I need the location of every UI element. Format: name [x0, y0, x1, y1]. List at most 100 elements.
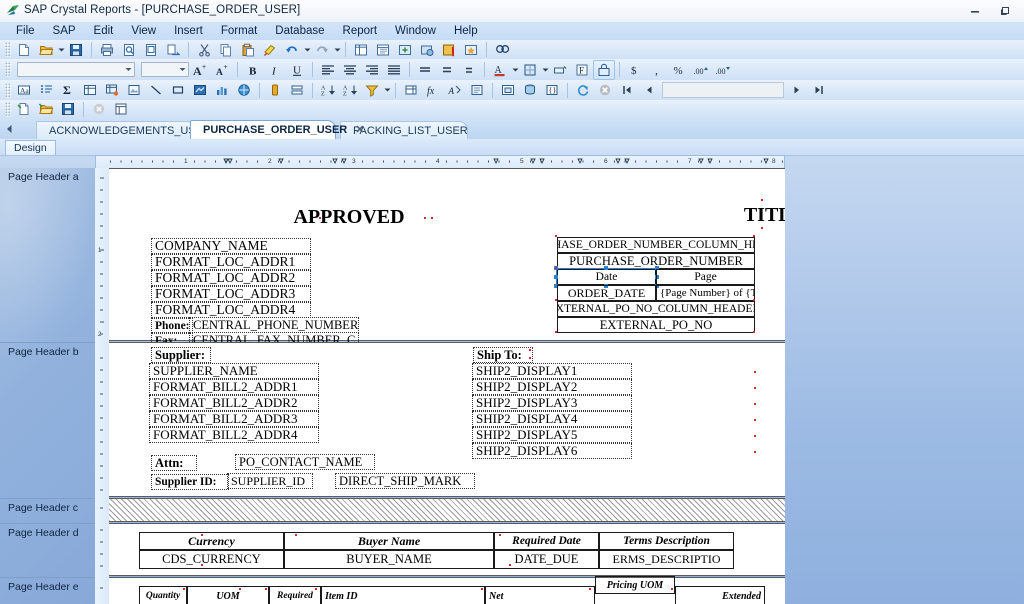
minimize-button[interactable]	[960, 1, 990, 21]
toolbar-grip[interactable]	[5, 42, 11, 57]
align-left-icon[interactable]	[317, 60, 339, 80]
paste-icon[interactable]	[237, 40, 259, 60]
open-dropdown-arrow[interactable]	[57, 41, 65, 59]
repository-explorer-icon[interactable]	[394, 40, 416, 60]
borders-icon[interactable]	[519, 60, 541, 80]
save-document-icon[interactable]	[57, 99, 79, 119]
section-label-page-header-a[interactable]: Page Header a	[0, 168, 95, 342]
workbench-icon[interactable]	[416, 40, 438, 60]
approved-stamp[interactable]: APPROVED	[249, 203, 449, 231]
field-date-due[interactable]: DATE_DUE	[494, 550, 599, 569]
format-painter-icon[interactable]	[259, 40, 281, 60]
column-header-required-date[interactable]: Required Date	[494, 532, 599, 550]
label-ship-to[interactable]: Ship To:	[473, 347, 533, 363]
redo-dropdown-arrow[interactable]	[333, 41, 341, 59]
open-document-icon[interactable]	[35, 99, 57, 119]
field-bill2-addr3[interactable]: FORMAT_BILL2_ADDR3	[149, 411, 319, 427]
underline-icon[interactable]: U	[286, 60, 308, 80]
cell-page-header[interactable]: Page	[656, 269, 755, 285]
report-tab-purchase-order-user[interactable]: PURCHASE_ORDER_USER ✕	[190, 120, 364, 139]
thousands-separator-icon[interactable]: ,	[646, 60, 668, 80]
menu-view[interactable]: View	[122, 24, 165, 38]
undo-icon[interactable]	[281, 40, 303, 60]
report-design-icon[interactable]	[110, 99, 132, 119]
group-expert-icon[interactable]	[286, 80, 308, 100]
close-icon[interactable]: ✕	[355, 124, 364, 136]
field-ship2-display1[interactable]: SHIP2_DISPLAY1	[472, 363, 632, 379]
column-header-pricing-uom[interactable]: Pricing UOM	[595, 576, 675, 594]
database-expert-icon[interactable]	[519, 80, 541, 100]
field-direct-ship-mark[interactable]: DIRECT_SHIP_MARK	[335, 473, 475, 489]
field-central-phone-number[interactable]: CENTRAL_PHONE_NUMBER_C	[189, 317, 359, 333]
field-buyer-name[interactable]: BUYER_NAME	[284, 550, 494, 569]
field-supplier-name[interactable]: SUPPLIER_NAME	[149, 363, 319, 379]
open-folder-icon[interactable]	[35, 40, 57, 60]
line-spacing-1-icon[interactable]	[414, 60, 436, 80]
tab-scroll-left-icon[interactable]	[3, 122, 15, 135]
highlighting-expert-icon[interactable]	[264, 80, 286, 100]
previous-page-icon[interactable]	[638, 80, 660, 100]
save-icon[interactable]	[65, 40, 87, 60]
field-company-name[interactable]: COMPANY_NAME	[151, 238, 311, 254]
report-alerts-icon[interactable]	[466, 80, 488, 100]
record-sort-expert-icon[interactable]: AZ	[339, 80, 361, 100]
section-page-header-c-suppressed[interactable]	[109, 498, 785, 522]
formula-workshop-icon[interactable]: fx	[422, 80, 444, 100]
field-supplier-id[interactable]: SUPPLIER_ID	[227, 473, 313, 489]
first-page-icon[interactable]	[616, 80, 638, 100]
field-bill2-addr4[interactable]: FORMAT_BILL2_ADDR4	[149, 427, 319, 443]
menu-database[interactable]: Database	[266, 24, 333, 38]
lock-size-position-icon[interactable]	[593, 59, 615, 80]
cell-page-number-field[interactable]: {Page Number} of {T	[656, 285, 755, 301]
export-icon[interactable]	[162, 40, 184, 60]
increase-decimals-icon[interactable]: .00	[690, 60, 712, 80]
tab-design[interactable]: Design	[5, 140, 56, 155]
cell-order-date-field[interactable]: ORDER_DATE	[557, 285, 656, 301]
column-header-extended[interactable]: Extended	[675, 586, 765, 604]
stop-icon[interactable]	[594, 80, 616, 100]
menu-file[interactable]: File	[7, 24, 44, 38]
find-icon[interactable]	[491, 40, 513, 60]
horizontal-ruler[interactable]: 1 2 3 4 5 6 7 8	[95, 155, 785, 168]
column-header-quantity[interactable]: Quantity	[139, 586, 187, 604]
restore-button[interactable]	[990, 1, 1020, 21]
toolbar-grip[interactable]	[5, 62, 11, 77]
section-label-page-header-e[interactable]: Page Header e	[0, 577, 95, 604]
field-ship2-display5[interactable]: SHIP2_DISPLAY5	[472, 427, 632, 443]
section-page-header-d[interactable]: Currency Buyer Name Required Date Terms …	[109, 523, 785, 576]
refresh-icon[interactable]	[572, 80, 594, 100]
field-po-contact-name[interactable]: PO_CONTACT_NAME	[235, 454, 375, 470]
insert-box-icon[interactable]	[167, 80, 189, 100]
insert-chart-icon[interactable]	[211, 80, 233, 100]
column-header-currency[interactable]: Currency	[139, 532, 284, 550]
field-ship2-display4[interactable]: SHIP2_DISPLAY4	[472, 411, 632, 427]
column-header-required[interactable]: Required	[269, 586, 321, 604]
cell-external-po-field[interactable]: EXTERNAL_PO_NO	[557, 317, 755, 333]
insert-subreport-icon[interactable]	[497, 80, 519, 100]
last-page-icon[interactable]	[808, 80, 830, 100]
redo-icon[interactable]	[311, 40, 333, 60]
menu-window[interactable]: Window	[386, 24, 445, 38]
vertical-ruler[interactable]: 12	[95, 168, 110, 604]
insert-map-icon[interactable]	[189, 80, 211, 100]
new-report-icon[interactable]	[13, 40, 35, 60]
section-expert-icon[interactable]	[400, 80, 422, 100]
field-ship2-display6[interactable]: SHIP2_DISPLAY6	[472, 443, 632, 459]
borders-dropdown-arrow[interactable]	[541, 61, 549, 79]
font-color-icon[interactable]: A	[489, 60, 511, 80]
select-expert-dropdown-arrow[interactable]	[383, 81, 391, 99]
cell-external-po-column-header[interactable]: XTERNAL_PO_NO_COLUMN_HEADEI	[557, 301, 755, 317]
parameter-icon[interactable]: {}	[541, 80, 563, 100]
report-design-canvas[interactable]: 12 APPROVED TITLE COMPANY_NAME FORMAT_LO…	[95, 168, 785, 604]
section-label-page-header-d[interactable]: Page Header d	[0, 523, 95, 577]
currency-icon[interactable]: $	[624, 60, 646, 80]
background-color-icon[interactable]	[549, 60, 571, 80]
field-loc-addr3[interactable]: FORMAT_LOC_ADDR3	[151, 286, 311, 302]
font-size-combo[interactable]	[141, 62, 189, 77]
next-page-icon[interactable]	[786, 80, 808, 100]
sort-ascending-icon[interactable]: AZ	[317, 80, 339, 100]
field-explorer-icon[interactable]	[350, 40, 372, 60]
label-supplier[interactable]: Supplier:	[151, 347, 211, 363]
cell-po-number-column-header[interactable]: HASE_ORDER_NUMBER_COLUMN_HE	[557, 237, 755, 253]
report-explorer-icon[interactable]	[372, 40, 394, 60]
